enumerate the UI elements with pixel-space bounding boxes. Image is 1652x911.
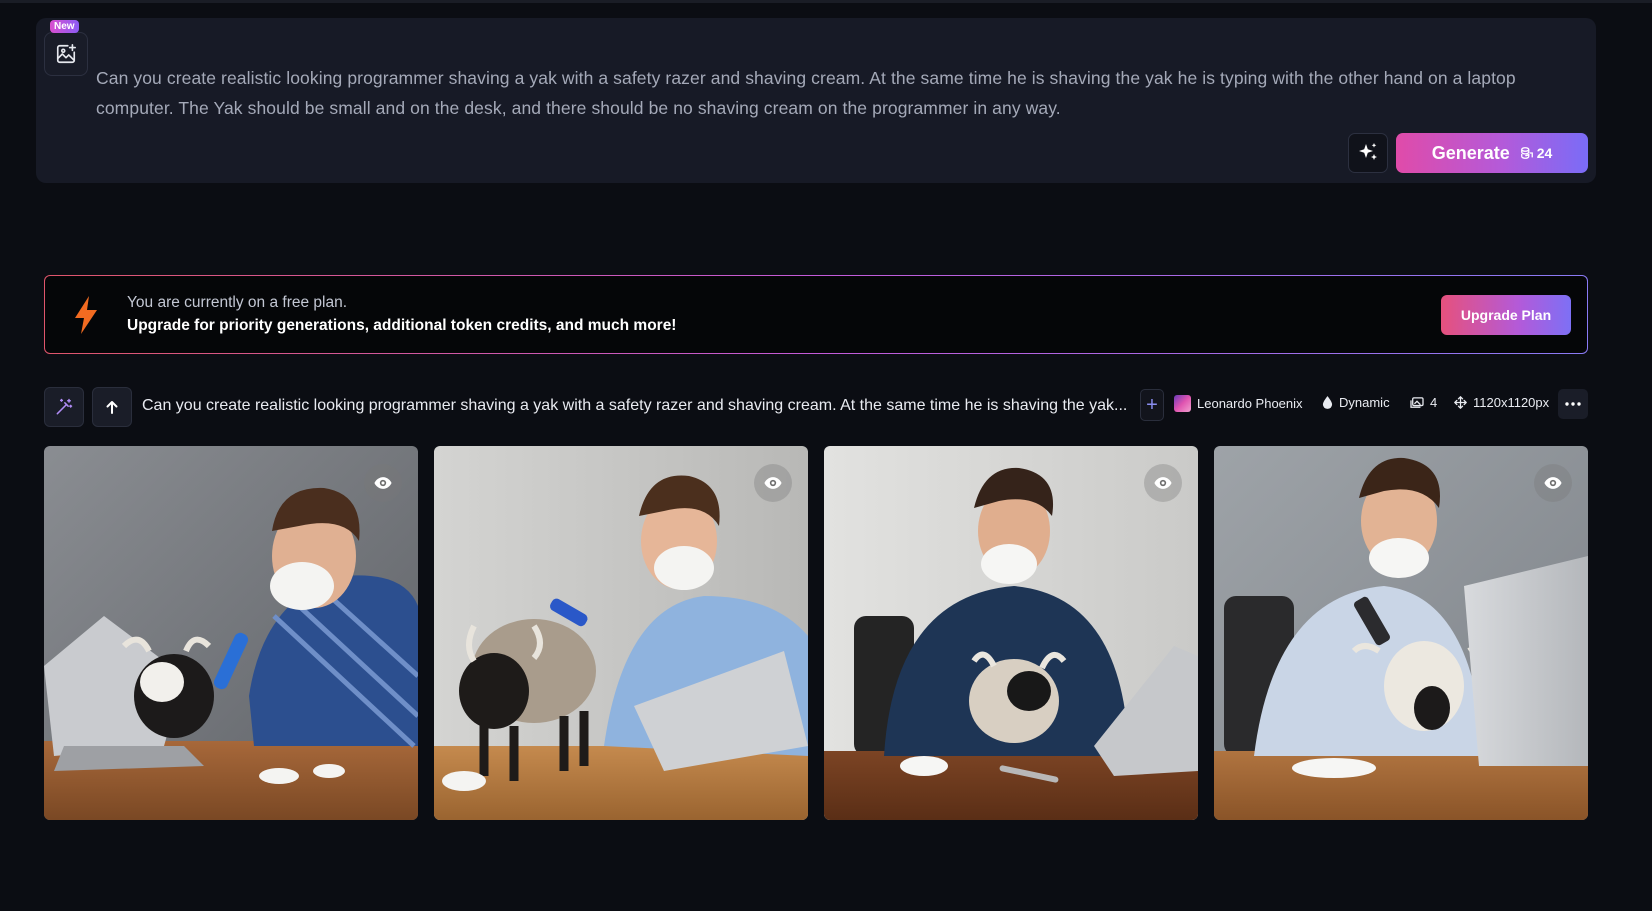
free-plan-banner: You are currently on a free plan. Upgrad… [44, 275, 1588, 354]
move-icon [1454, 396, 1467, 409]
eye-icon [1154, 477, 1172, 489]
plan-status-text: You are currently on a free plan. [127, 294, 348, 311]
model-thumbnail [1174, 395, 1191, 412]
prompt-textarea[interactable]: Can you create realistic looking program… [96, 63, 1536, 123]
ellipsis-icon [1565, 402, 1581, 406]
model-name: Leonardo Phoenix [1197, 396, 1303, 411]
image-dimensions: 1120x1120px [1473, 395, 1550, 410]
view-image-3-button[interactable] [1144, 464, 1182, 502]
eye-icon [764, 477, 782, 489]
generation-header: Can you create realistic looking program… [44, 387, 1588, 427]
generation-prompt: Can you create realistic looking program… [142, 397, 1128, 414]
add-button[interactable]: + [1140, 389, 1164, 421]
magic-wand-button[interactable] [44, 387, 84, 427]
model-info: Leonardo Phoenix [1174, 395, 1303, 412]
image-3-scene [824, 446, 1198, 820]
more-options-button[interactable] [1558, 389, 1588, 419]
view-image-4-button[interactable] [1534, 464, 1572, 502]
top-divider [0, 0, 1652, 3]
upgrade-plan-button[interactable]: Upgrade Plan [1441, 295, 1571, 335]
view-image-2-button[interactable] [754, 464, 792, 502]
generated-image-3[interactable] [824, 446, 1198, 820]
images-icon [1410, 396, 1424, 408]
generate-button[interactable]: Generate 24 [1396, 133, 1588, 173]
generate-label: Generate [1431, 142, 1510, 163]
image-prompt-button[interactable] [44, 32, 88, 76]
style-info: Dynamic [1322, 395, 1390, 410]
image-count-info: 4 [1410, 395, 1437, 410]
image-count: 4 [1430, 395, 1438, 410]
dimensions-info: 1120x1120px [1454, 395, 1549, 410]
generated-image-1[interactable] [44, 446, 418, 820]
reuse-prompt-button[interactable] [92, 387, 132, 427]
plan-upsell-text: Upgrade for priority generations, additi… [127, 317, 677, 334]
arrow-up-icon [106, 401, 118, 414]
new-badge: New [50, 20, 79, 33]
token-cost: 24 [1520, 145, 1553, 161]
prompt-panel: New Can you create realistic looking pro… [36, 18, 1596, 183]
magic-wand-icon [56, 398, 73, 415]
sparkle-icon [1359, 143, 1377, 160]
lightning-bolt-icon [75, 296, 97, 334]
improve-prompt-button[interactable] [1348, 133, 1388, 173]
style-name: Dynamic [1339, 395, 1390, 410]
eye-icon [374, 477, 392, 489]
image-2-scene [434, 446, 808, 820]
image-1-scene [44, 446, 418, 820]
image-4-scene [1214, 446, 1588, 820]
droplet-icon [1322, 396, 1333, 409]
token-cost-value: 24 [1536, 145, 1553, 161]
generated-image-2[interactable] [434, 446, 808, 820]
eye-icon [1544, 477, 1562, 489]
image-plus-icon [56, 44, 76, 64]
generated-image-4[interactable] [1214, 446, 1588, 820]
coin-stack-icon [1520, 147, 1533, 159]
view-image-1-button[interactable] [364, 464, 402, 502]
